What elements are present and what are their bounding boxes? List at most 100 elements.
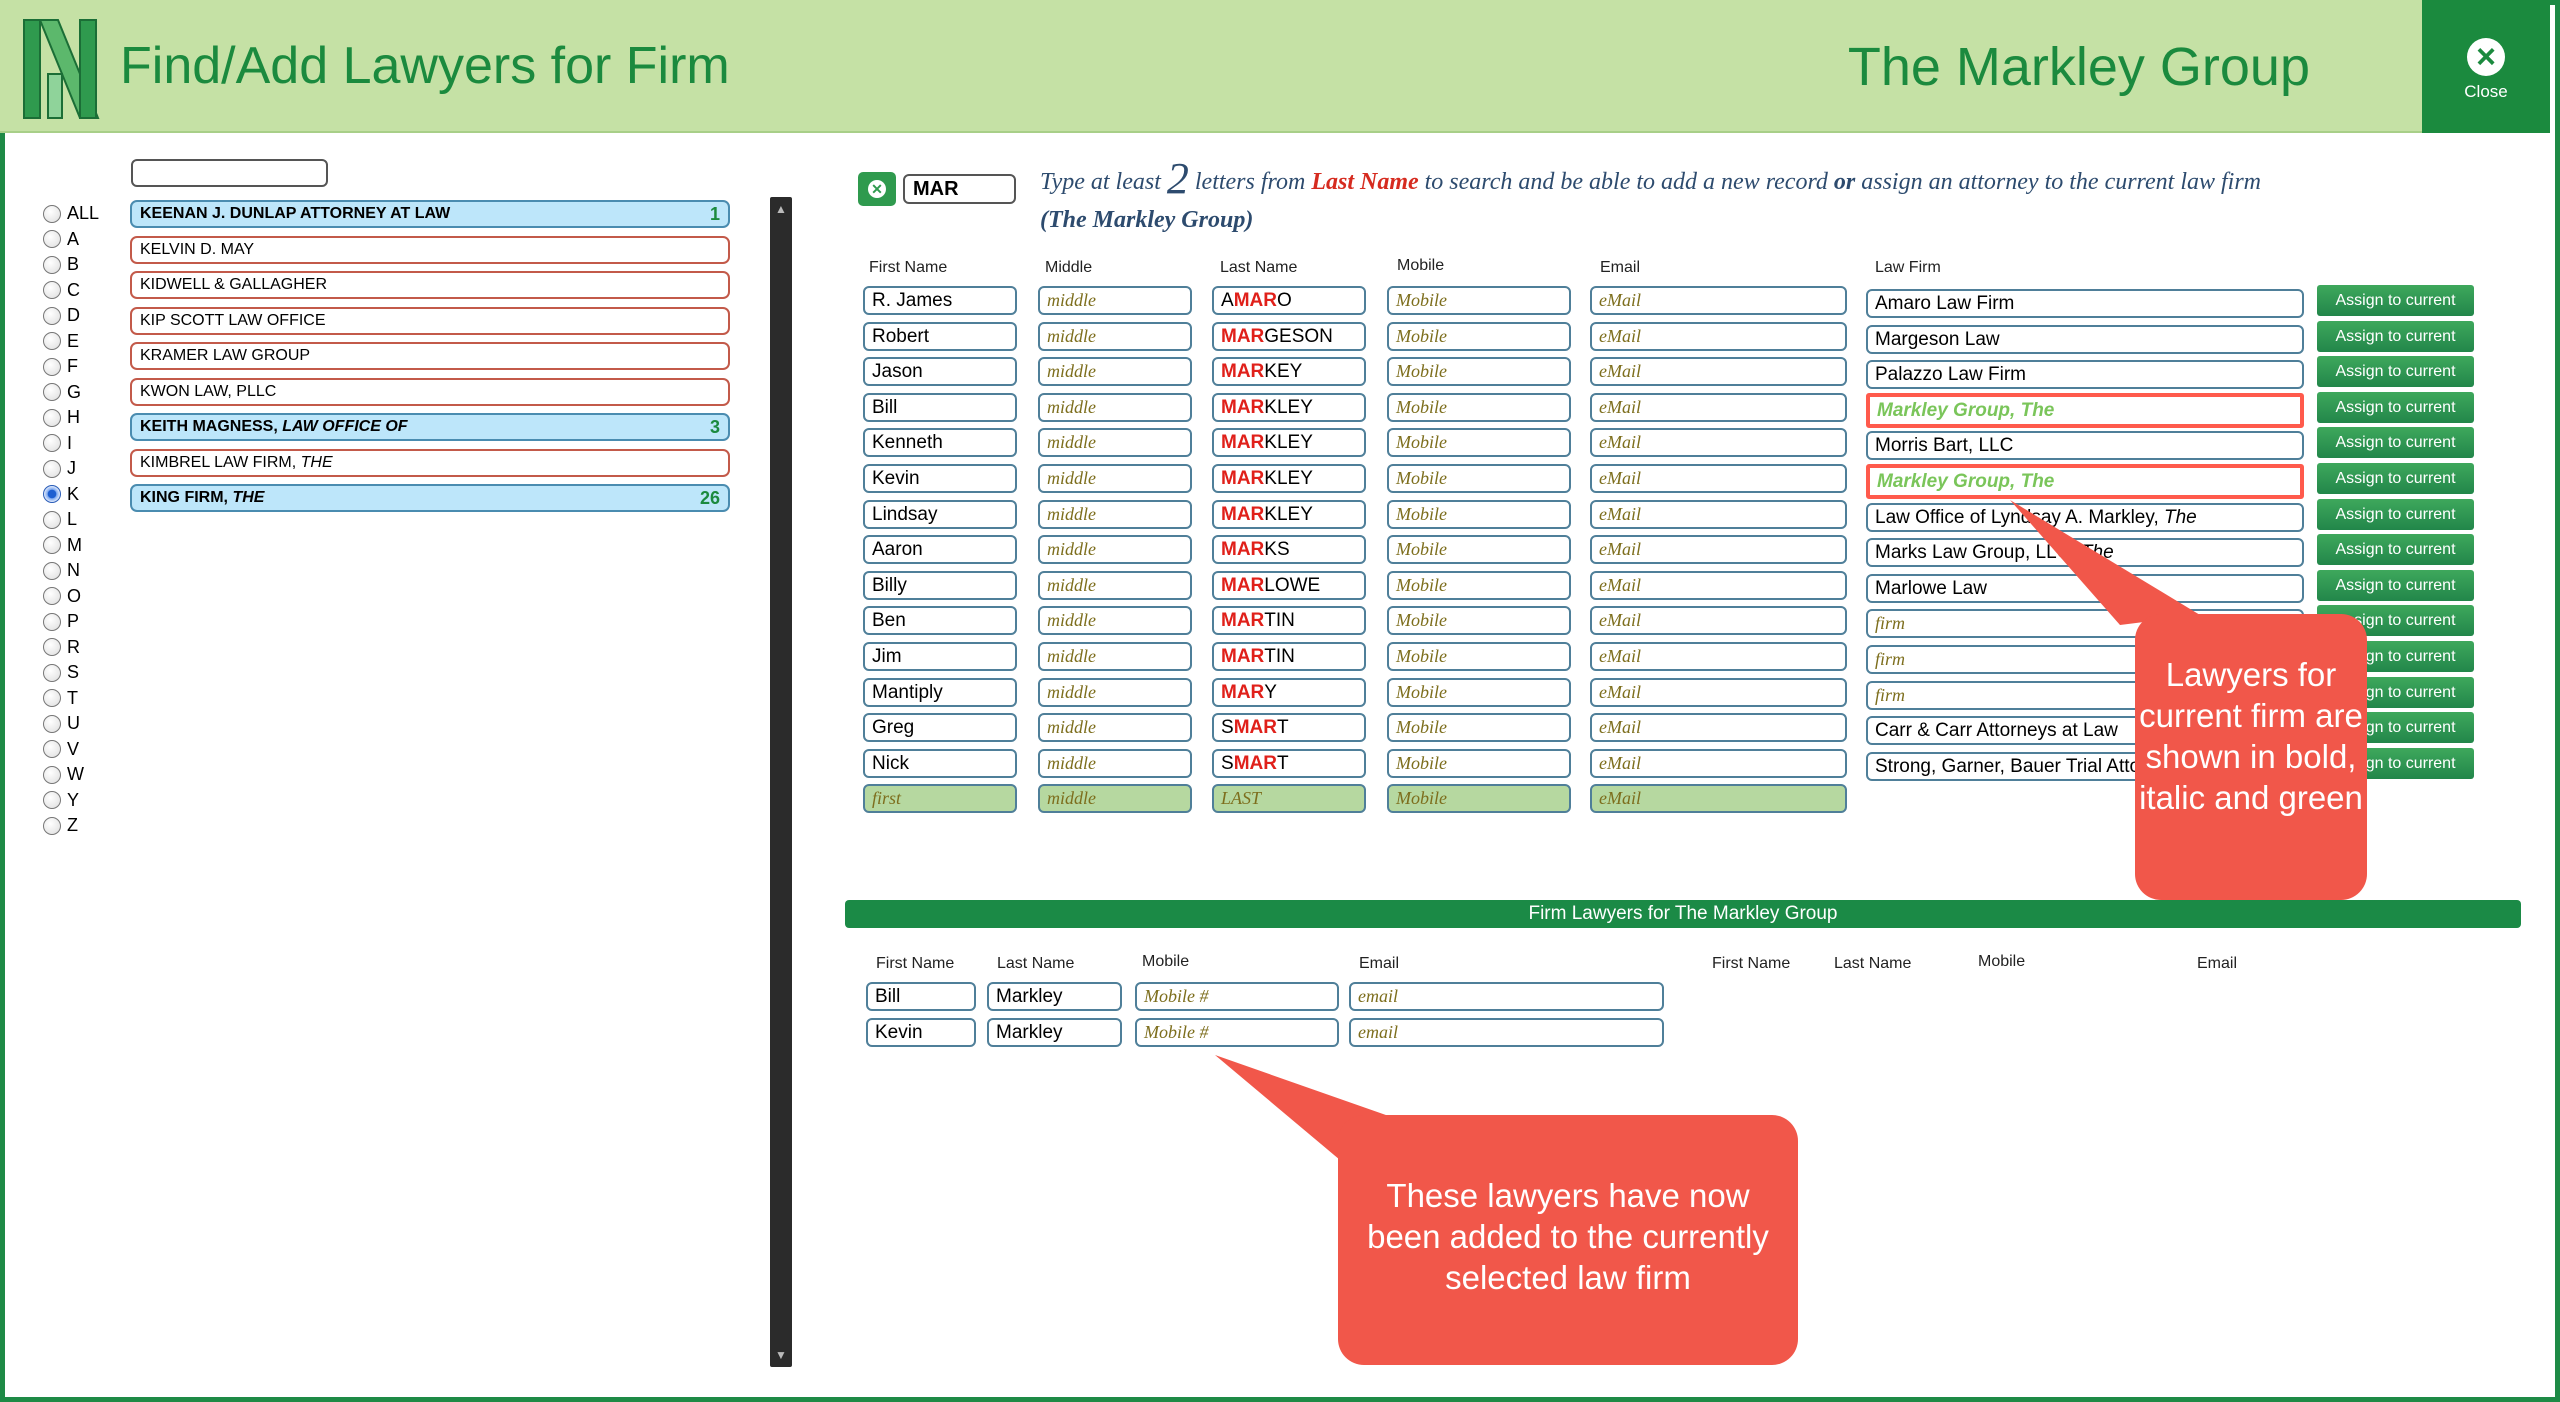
first-name-field[interactable]: Kenneth	[863, 428, 1017, 457]
email-field[interactable]: eMail	[1590, 678, 1847, 707]
fl-last-name-field[interactable]: Markley	[987, 1018, 1122, 1047]
radio-icon[interactable]	[43, 332, 61, 351]
alpha-filter-u[interactable]: U	[43, 711, 99, 737]
email-field[interactable]: eMail	[1590, 464, 1847, 493]
last-name-field[interactable]: MARTIN	[1212, 642, 1366, 671]
firm-list-item[interactable]: KEITH MAGNESS, LAW OFFICE OF 3	[130, 413, 730, 441]
alpha-filter-l[interactable]: L	[43, 507, 99, 533]
mobile-field[interactable]: Mobile	[1387, 428, 1571, 457]
alpha-filter-n[interactable]: N	[43, 558, 99, 584]
last-name-field[interactable]: SMART	[1212, 749, 1366, 778]
radio-icon[interactable]	[43, 230, 61, 249]
alpha-filter-c[interactable]: C	[43, 278, 99, 304]
middle-name-field[interactable]: middle	[1038, 464, 1192, 493]
alpha-filter-b[interactable]: B	[43, 252, 99, 278]
email-field[interactable]: eMail	[1590, 713, 1847, 742]
fl-email-field[interactable]: email	[1349, 1018, 1664, 1047]
alpha-filter-y[interactable]: Y	[43, 788, 99, 814]
middle-name-field[interactable]: middle	[1038, 571, 1192, 600]
radio-icon[interactable]	[43, 459, 61, 478]
radio-icon[interactable]	[43, 408, 61, 427]
alpha-filter-j[interactable]: J	[43, 456, 99, 482]
first-name-field[interactable]: R. James	[863, 286, 1017, 315]
last-name-field[interactable]: MARLOWE	[1212, 571, 1366, 600]
firm-list-item[interactable]: KEENAN J. DUNLAP ATTORNEY AT LAW 1	[130, 200, 730, 228]
radio-icon[interactable]	[43, 255, 61, 274]
last-name-field[interactable]: MARKLEY	[1212, 428, 1366, 457]
new-last-name-field[interactable]: LAST	[1212, 784, 1366, 813]
radio-icon[interactable]	[43, 281, 61, 300]
firm-list-item[interactable]: KIP SCOTT LAW OFFICE	[130, 306, 730, 335]
radio-icon[interactable]	[43, 561, 61, 580]
law-firm-field[interactable]: Morris Bart, LLC	[1866, 431, 2304, 460]
alpha-filter-w[interactable]: W	[43, 762, 99, 788]
first-name-field[interactable]: Ben	[863, 606, 1017, 635]
radio-icon[interactable]	[43, 638, 61, 657]
radio-icon[interactable]	[43, 740, 61, 759]
mobile-field[interactable]: Mobile	[1387, 606, 1571, 635]
fl-mobile-field[interactable]: Mobile #	[1135, 1018, 1339, 1047]
new-mobile-field[interactable]: Mobile	[1387, 784, 1571, 813]
alpha-filter-r[interactable]: R	[43, 635, 99, 661]
last-name-field[interactable]: MARKEY	[1212, 357, 1366, 386]
email-field[interactable]: eMail	[1590, 535, 1847, 564]
alpha-filter-i[interactable]: I	[43, 431, 99, 457]
first-name-field[interactable]: Robert	[863, 322, 1017, 351]
assign-to-current-button[interactable]: Assign to current	[2317, 285, 2474, 316]
mobile-field[interactable]: Mobile	[1387, 286, 1571, 315]
last-name-field[interactable]: MARKLEY	[1212, 464, 1366, 493]
alpha-filter-f[interactable]: F	[43, 354, 99, 380]
first-name-field[interactable]: Billy	[863, 571, 1017, 600]
email-field[interactable]: eMail	[1590, 393, 1847, 422]
last-name-field[interactable]: MARKLEY	[1212, 393, 1366, 422]
scroll-down-icon[interactable]: ▼	[773, 1347, 789, 1363]
law-firm-field[interactable]: Law Office of Lyndsay A. Markley, The	[1866, 503, 2304, 532]
mobile-field[interactable]: Mobile	[1387, 571, 1571, 600]
clear-search-button[interactable]: ✕	[858, 172, 896, 206]
middle-name-field[interactable]: middle	[1038, 286, 1192, 315]
new-email-field[interactable]: eMail	[1590, 784, 1847, 813]
first-name-field[interactable]: Mantiply	[863, 678, 1017, 707]
email-field[interactable]: eMail	[1590, 357, 1847, 386]
alpha-filter-h[interactable]: H	[43, 405, 99, 431]
law-firm-field[interactable]: Amaro Law Firm	[1866, 289, 2304, 318]
email-field[interactable]: eMail	[1590, 642, 1847, 671]
radio-icon[interactable]	[43, 536, 61, 555]
middle-name-field[interactable]: middle	[1038, 642, 1192, 671]
fl-last-name-field[interactable]: Markley	[987, 982, 1122, 1011]
assign-to-current-button[interactable]: Assign to current	[2317, 499, 2474, 530]
radio-icon[interactable]	[43, 816, 61, 835]
alpha-filter-z[interactable]: Z	[43, 813, 99, 839]
email-field[interactable]: eMail	[1590, 286, 1847, 315]
radio-icon[interactable]	[43, 765, 61, 784]
middle-name-field[interactable]: middle	[1038, 678, 1192, 707]
mobile-field[interactable]: Mobile	[1387, 535, 1571, 564]
email-field[interactable]: eMail	[1590, 606, 1847, 635]
assign-to-current-button[interactable]: Assign to current	[2317, 534, 2474, 565]
radio-icon[interactable]	[43, 689, 61, 708]
alpha-filter-d[interactable]: D	[43, 303, 99, 329]
assign-to-current-button[interactable]: Assign to current	[2317, 321, 2474, 352]
law-firm-field[interactable]: Markley Group, The	[1866, 393, 2304, 428]
alpha-filter-a[interactable]: A	[43, 227, 99, 253]
last-name-field[interactable]: SMART	[1212, 713, 1366, 742]
assign-to-current-button[interactable]: Assign to current	[2317, 570, 2474, 601]
radio-icon[interactable]	[43, 383, 61, 402]
middle-name-field[interactable]: middle	[1038, 393, 1192, 422]
radio-icon[interactable]	[43, 204, 61, 223]
middle-name-field[interactable]: middle	[1038, 322, 1192, 351]
firm-list-item[interactable]: KRAMER LAW GROUP	[130, 342, 730, 370]
first-name-field[interactable]: Kevin	[863, 464, 1017, 493]
last-name-field[interactable]: MARGESON	[1212, 322, 1366, 351]
mobile-field[interactable]: Mobile	[1387, 464, 1571, 493]
radio-icon[interactable]	[43, 510, 61, 529]
firm-list-item[interactable]: KWON LAW, PLLC	[130, 377, 730, 406]
new-middle-name-field[interactable]: middle	[1038, 784, 1192, 813]
radio-icon[interactable]	[43, 663, 61, 682]
radio-icon[interactable]	[43, 306, 61, 325]
radio-icon[interactable]	[43, 485, 61, 504]
assign-to-current-button[interactable]: Assign to current	[2317, 427, 2474, 458]
radio-icon[interactable]	[43, 357, 61, 376]
new-first-name-field[interactable]: first	[863, 784, 1017, 813]
law-firm-field[interactable]: Marks Law Group, LLC, The	[1866, 538, 2304, 567]
